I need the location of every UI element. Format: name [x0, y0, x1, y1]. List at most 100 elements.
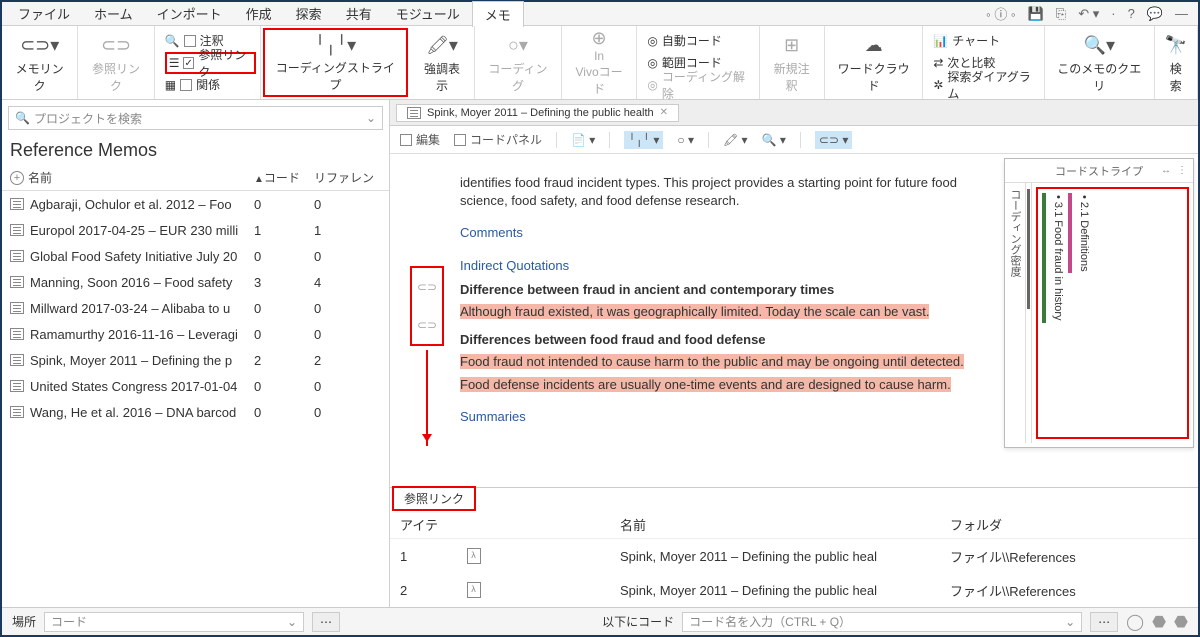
ref-name: Spink, Moyer 2011 – Defining the public …: [620, 583, 950, 598]
ref-row[interactable]: 2Spink, Moyer 2011 – Defining the public…: [390, 573, 1198, 607]
add-icon[interactable]: +: [10, 171, 24, 185]
list-item[interactable]: Ramamurthy 2016-11-16 – Leveragi00: [2, 321, 389, 347]
footer-icon3[interactable]: ⬣: [1174, 612, 1188, 632]
doc-icon: [10, 328, 24, 340]
doc-icon: [407, 107, 421, 119]
help-icon[interactable]: ?: [1122, 6, 1141, 21]
explore-label: 探索ダイアグラム: [947, 68, 1034, 102]
footer-icon2[interactable]: ⬣: [1152, 612, 1166, 632]
item-code: 0: [254, 197, 314, 212]
list-item[interactable]: United States Congress 2017-01-0400: [2, 373, 389, 399]
link-icon[interactable]: ⊂⊃: [417, 280, 437, 294]
doc-p2a: Food fraud not intended to cause harm to…: [460, 354, 964, 369]
stripe-title: コードストライプ: [1055, 163, 1143, 179]
ref-h-item[interactable]: アイテ: [400, 515, 620, 534]
item-ref: 2: [314, 353, 374, 368]
menu-import[interactable]: インポート: [145, 1, 234, 26]
copy-icon[interactable]: ⎘: [1050, 6, 1072, 22]
footer-icon1[interactable]: ◯: [1126, 612, 1144, 632]
ref-tab-row: 参照リンク: [390, 487, 1198, 511]
ref-folder: ファイル\\References: [950, 547, 1188, 566]
header-code[interactable]: ▲コード: [254, 169, 314, 186]
chart-btn[interactable]: 📊チャート: [933, 30, 1000, 52]
doc-icon: [10, 302, 24, 314]
ref-h-folder[interactable]: フォルダ: [950, 515, 1188, 534]
item-name: Millward 2017-03-24 – Alibaba to u: [30, 301, 230, 316]
list-item[interactable]: Wang, He et al. 2016 – DNA barcod00: [2, 399, 389, 425]
list-item[interactable]: Agbaraji, Ochulor et al. 2012 – Foo00: [2, 191, 389, 217]
menu-file[interactable]: ファイル: [6, 1, 82, 26]
list-item[interactable]: Millward 2017-03-24 – Alibaba to u00: [2, 295, 389, 321]
codepanel-check[interactable]: [454, 134, 466, 146]
ann-check[interactable]: [184, 35, 196, 47]
autocode-btn[interactable]: ◎ 自動コード: [647, 30, 722, 52]
plus-icon: ⊞: [784, 32, 799, 60]
autocode-label: 自動コード: [662, 32, 722, 49]
doc-h1: Difference between fraud in ancient and …: [460, 281, 980, 299]
gear-icon: ◎: [647, 34, 657, 48]
header-name[interactable]: 名前: [28, 169, 52, 186]
rel-check[interactable]: [180, 79, 192, 91]
stripe-bar-2: [1068, 193, 1072, 273]
menu-module[interactable]: モジュール: [384, 1, 472, 26]
explore-btn[interactable]: ✲探索ダイアグラム: [933, 74, 1034, 96]
ref-h-name[interactable]: 名前: [620, 515, 950, 534]
ref-tab[interactable]: 参照リンク: [392, 486, 476, 511]
footer-dots[interactable]: ⋯: [312, 612, 340, 632]
ribbon-chart-group: 📊チャート ⇄次と比較 ✲探索ダイアグラム: [923, 26, 1045, 99]
doc-indirect-hdr: Indirect Quotations: [460, 257, 980, 275]
menu-icon[interactable]: ⋮: [1177, 165, 1187, 176]
document-tab[interactable]: Spink, Moyer 2011 – Defining the public …: [396, 104, 679, 122]
comment-icon[interactable]: 💬: [1141, 6, 1169, 22]
memoquery-label: このメモのクエリ: [1055, 60, 1144, 94]
reflink-check[interactable]: [183, 57, 194, 69]
ribbon-memolink[interactable]: ⊂⊃▾ メモリンク: [2, 26, 78, 99]
pen-dd[interactable]: 🖍 ▾: [723, 133, 748, 147]
ribbon-highlight[interactable]: 🖍▾ 強調表示: [410, 26, 475, 99]
stripe-dd[interactable]: ╵╷╵ ▾: [624, 131, 663, 149]
ribbon-memoquery[interactable]: 🔍▾ このメモのクエリ: [1045, 26, 1155, 99]
undo-icon[interactable]: ↶ ▾: [1072, 6, 1105, 22]
zoom-dd[interactable]: 🔍 ▾: [762, 133, 786, 147]
menu-create[interactable]: 作成: [234, 1, 284, 26]
codepanel-toggle[interactable]: コードパネル: [454, 131, 542, 148]
stripe-code-1[interactable]: • 3.1 Food fraud in history: [1050, 193, 1066, 433]
ribbon-search[interactable]: 🔭 検索: [1155, 26, 1198, 99]
project-search[interactable]: 🔍 プロジェクトを検索 ⌄: [8, 106, 383, 130]
header-ref[interactable]: リファレン: [314, 169, 374, 186]
memo-dd[interactable]: 📄 ▾: [571, 133, 595, 147]
dropdown-icon[interactable]: ⌄: [366, 111, 376, 125]
doc-text[interactable]: identifies food fraud incident types. Th…: [460, 174, 980, 432]
ribbon-coding-stripe[interactable]: ╵╷╵▾ コーディングストライプ: [263, 28, 408, 97]
list-header: + 名前 ▲コード リファレン: [2, 165, 389, 191]
circle-dd[interactable]: ○ ▾: [677, 133, 694, 147]
item-ref: 0: [314, 197, 374, 212]
user-icon[interactable]: ◦ ⓘ ◦: [980, 4, 1021, 23]
footer-codeinput: コード名を入力（CTRL + Q）: [689, 613, 851, 630]
ribbon-wordcloud[interactable]: ☁ ワードクラウド: [825, 26, 924, 99]
list-item[interactable]: Global Food Safety Initiative July 2000: [2, 243, 389, 269]
list-item[interactable]: Europol 2017-04-25 – EUR 230 milli11: [2, 217, 389, 243]
close-tab-icon[interactable]: ✕: [660, 107, 668, 118]
save-icon[interactable]: 💾: [1022, 6, 1050, 22]
footer-dots2[interactable]: ⋯: [1090, 612, 1118, 632]
footer-code-input[interactable]: コード名を入力（CTRL + Q）⌄: [682, 612, 1082, 632]
ref-row[interactable]: 1Spink, Moyer 2011 – Defining the public…: [390, 539, 1198, 573]
expand-icon[interactable]: ↔: [1161, 165, 1171, 176]
edit-label: 編集: [416, 131, 440, 148]
footer-code-box[interactable]: コード⌄: [44, 612, 304, 632]
menu-memo[interactable]: メモ: [472, 1, 524, 27]
edit-toggle[interactable]: 編集: [400, 131, 440, 148]
list-item[interactable]: Spink, Moyer 2011 – Defining the p22: [2, 347, 389, 373]
link-icon[interactable]: ⊂⊃: [417, 318, 437, 332]
stripe-code-2[interactable]: • 2.1 Definitions: [1076, 193, 1092, 433]
link-dd[interactable]: ⊂⊃ ▾: [815, 131, 852, 149]
doc-p1: Although fraud existed, it was geographi…: [460, 304, 929, 319]
minimize-icon[interactable]: —: [1169, 6, 1194, 21]
menu-home[interactable]: ホーム: [82, 1, 145, 26]
list-item[interactable]: Manning, Soon 2016 – Food safety34: [2, 269, 389, 295]
ref-folder: ファイル\\References: [950, 581, 1188, 600]
edit-check[interactable]: [400, 134, 412, 146]
menu-explore[interactable]: 探索: [284, 1, 334, 26]
menu-share[interactable]: 共有: [334, 1, 384, 26]
